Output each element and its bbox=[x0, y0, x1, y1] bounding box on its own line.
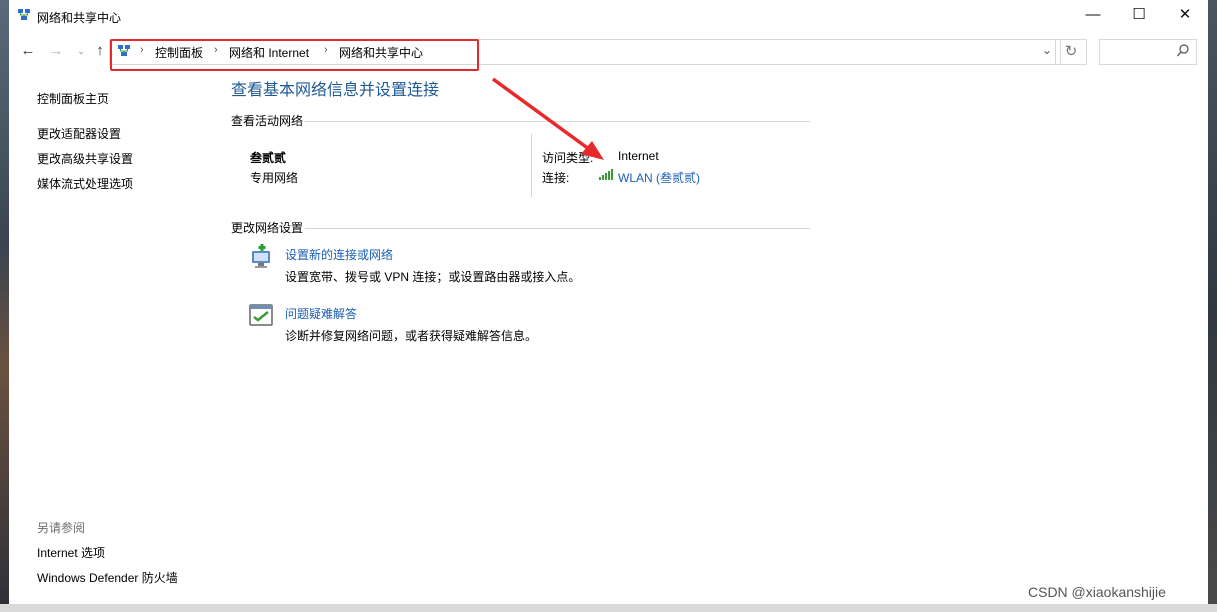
forward-arrow-icon[interactable]: → bbox=[47, 42, 65, 60]
search-input[interactable] bbox=[1099, 39, 1197, 65]
task-setup-new-connection-desc: 设置宽带、拨号或 VPN 连接；或设置路由器或接入点。 bbox=[285, 270, 581, 284]
network-icon bbox=[18, 9, 30, 20]
network-sharing-center-window: 网络和共享中心 — ☐ ✕ ← → ⌄ ↑ › 控制面板 › 网络和 Inter… bbox=[9, 0, 1208, 604]
sidebar-item-media-streaming-options[interactable]: 媒体流式处理选项 bbox=[37, 175, 133, 192]
new-connection-icon bbox=[252, 244, 270, 268]
refresh-button[interactable]: ↻ bbox=[1055, 39, 1087, 65]
watermark: CSDN @xiaokanshijie bbox=[1028, 584, 1166, 600]
wifi-signal-icon bbox=[599, 169, 613, 180]
troubleshoot-icon bbox=[249, 304, 273, 326]
see-also-internet-options[interactable]: Internet 选项 bbox=[37, 544, 105, 561]
refresh-icon: ↻ bbox=[1064, 43, 1078, 60]
breadcrumb-separator-icon: › bbox=[214, 44, 218, 56]
task-troubleshoot-desc: 诊断并修复网络问题，或者获得疑难解答信息。 bbox=[285, 329, 538, 343]
access-type-value: Internet bbox=[618, 149, 659, 163]
control-panel-icon bbox=[118, 45, 130, 56]
breadcrumb-separator-icon: › bbox=[324, 44, 328, 56]
sidebar-item-control-panel-home[interactable]: 控制面板主页 bbox=[37, 90, 109, 107]
breadcrumb-network-internet[interactable]: 网络和 Internet bbox=[229, 44, 309, 61]
desktop-background-left bbox=[0, 0, 9, 612]
window-title: 网络和共享中心 bbox=[37, 11, 122, 25]
title-bar[interactable]: 网络和共享中心 — ☐ ✕ bbox=[9, 0, 1208, 32]
address-dropdown-chevron-icon[interactable]: ⌄ bbox=[1042, 43, 1052, 57]
sidebar-item-change-adapter-settings[interactable]: 更改适配器设置 bbox=[37, 125, 121, 142]
taskbar[interactable] bbox=[0, 604, 1217, 612]
search-icon bbox=[1176, 44, 1189, 57]
desktop-background-right bbox=[1208, 0, 1217, 612]
connections-label: 连接: bbox=[542, 171, 570, 185]
minimize-button[interactable]: — bbox=[1070, 0, 1116, 32]
change-network-settings-heading: 更改网络设置 bbox=[231, 221, 304, 235]
section-divider bbox=[305, 121, 810, 122]
active-networks-heading: 查看活动网络 bbox=[231, 114, 304, 128]
recent-locations-chevron-icon[interactable]: ⌄ bbox=[72, 42, 90, 60]
network-info-divider bbox=[531, 134, 532, 197]
breadcrumb-separator-icon: › bbox=[140, 44, 144, 56]
see-also-heading: 另请参阅 bbox=[37, 521, 86, 535]
page-title: 查看基本网络信息并设置连接 bbox=[231, 82, 440, 99]
breadcrumb-network-sharing-center[interactable]: 网络和共享中心 bbox=[339, 44, 423, 61]
up-arrow-icon[interactable]: ↑ bbox=[91, 42, 109, 60]
close-button[interactable]: ✕ bbox=[1162, 0, 1208, 32]
access-type-label: 访问类型: bbox=[542, 151, 594, 165]
task-troubleshoot-link[interactable]: 问题疑难解答 bbox=[285, 305, 357, 322]
network-name: 叁贰贰 bbox=[250, 151, 287, 165]
task-setup-new-connection-link[interactable]: 设置新的连接或网络 bbox=[285, 246, 393, 263]
network-profile: 专用网络 bbox=[250, 171, 299, 185]
wlan-connection-link[interactable]: WLAN (叁贰贰) bbox=[618, 169, 700, 186]
see-also-windows-defender-firewall[interactable]: Windows Defender 防火墙 bbox=[37, 569, 178, 586]
sidebar-item-advanced-sharing-settings[interactable]: 更改高级共享设置 bbox=[37, 150, 133, 167]
breadcrumb-control-panel[interactable]: 控制面板 bbox=[155, 44, 203, 61]
section-divider bbox=[305, 228, 810, 229]
maximize-button[interactable]: ☐ bbox=[1116, 0, 1162, 32]
address-bar[interactable]: › 控制面板 › 网络和 Internet › 网络和共享中心 ⌄ bbox=[109, 39, 1061, 65]
back-arrow-icon[interactable]: ← bbox=[19, 42, 37, 60]
navigation-bar: ← → ⌄ ↑ › 控制面板 › 网络和 Internet › 网络和共享中心 … bbox=[9, 34, 1208, 68]
